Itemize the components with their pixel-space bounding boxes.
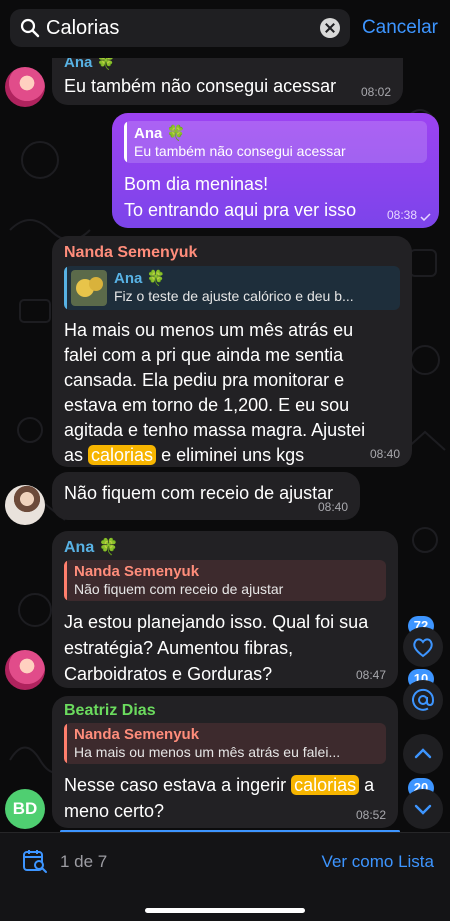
message-text: Eu também não consegui acessar: [64, 76, 337, 96]
result-counter: 1 de 7: [60, 852, 108, 871]
chevron-up-icon: [414, 748, 432, 759]
message-text-line: cansada. Ela pediu pra monitorar e: [64, 370, 345, 390]
message-time: 08:52: [355, 808, 386, 822]
reply-preview[interactable]: Nanda Semenyuk Não fiquem com receio de …: [64, 560, 386, 601]
message-text-line: as calorias e eliminei uns kgs: [64, 443, 400, 468]
sender-name: Beatriz Dias: [64, 702, 156, 719]
message-text-line: Nesse caso estava a ingerir calorias a: [64, 772, 386, 798]
home-indicator[interactable]: [145, 908, 305, 913]
message-bubble[interactable]: Ana 🍀 Nanda Semenyuk Não fiquem com rece…: [52, 531, 398, 688]
reply-sender: Ana 🍀: [114, 270, 166, 287]
message-text-line: meno certo?: [64, 801, 165, 821]
search-header: Calorias Cancelar: [0, 0, 450, 58]
read-check-icon: [420, 213, 431, 221]
avatar-ana[interactable]: [5, 67, 45, 107]
message-time: 08:02: [360, 85, 391, 99]
message-bubble[interactable]: Nanda Semenyuk Ana 🍀 Fiz o teste de ajus…: [52, 236, 412, 467]
view-as-list-button[interactable]: Ver como Lista: [322, 852, 434, 872]
avatar-beatriz[interactable]: BD: [5, 789, 45, 829]
message-text-line: Ha mais ou menos um mês atrás eu: [64, 320, 354, 340]
search-input[interactable]: Calorias: [46, 17, 119, 40]
outgoing-message-bubble[interactable]: Ana 🍀 Eu também não consegui acessar Bom…: [112, 113, 439, 228]
chat-screen: Calorias Cancelar Ana 🍀 Eu também não co…: [0, 0, 450, 921]
chevron-down-icon: [414, 804, 432, 815]
message-text-line: Ja estou planejando isso. Qual foi sua: [64, 612, 369, 632]
message-time: 08:47: [355, 668, 386, 682]
message-text-line: To entrando aqui pra ver isso: [124, 200, 357, 220]
message-text-line: Bom dia meninas!: [124, 174, 269, 194]
search-highlight: calorias: [88, 445, 157, 465]
message-time: 08:40: [317, 500, 348, 514]
message-time: 08:38: [386, 208, 417, 222]
at-sign-icon: [412, 688, 435, 711]
reply-text: Ha mais ou menos um mês atrás eu falei..…: [74, 744, 341, 760]
avatar-nanda[interactable]: [5, 485, 45, 525]
avatar-ana[interactable]: [5, 650, 45, 690]
message-text-line: Carboidratos e Gorduras?: [64, 664, 273, 684]
reply-sender: Ana 🍀: [134, 125, 186, 142]
reply-sender: Nanda Semenyuk: [74, 726, 200, 743]
reply-text: Fiz o teste de ajuste calórico e deu b..…: [114, 288, 354, 304]
calendar-search-icon[interactable]: [22, 848, 48, 874]
reply-preview[interactable]: Ana 🍀 Eu também não consegui acessar: [124, 121, 427, 163]
message-time: 08:40: [369, 447, 400, 461]
reply-thumbnail-icon: [71, 270, 107, 306]
message-bubble[interactable]: Não fiquem com receio de ajustar 08:40: [52, 472, 360, 520]
search-field[interactable]: Calorias: [10, 9, 350, 47]
message-text-line: falei com a pri que ainda me sentia: [64, 345, 344, 365]
reply-text: Não fiquem com receio de ajustar: [74, 581, 284, 597]
search-icon: [20, 18, 40, 38]
message-text: Não fiquem com receio de ajustar: [64, 483, 334, 503]
reactions-button[interactable]: [403, 627, 443, 667]
reply-sender: Nanda Semenyuk: [74, 563, 200, 580]
mentions-button[interactable]: [403, 680, 443, 720]
reply-preview[interactable]: Nanda Semenyuk Ha mais ou menos um mês a…: [64, 723, 386, 764]
search-highlight: calorias: [291, 775, 360, 795]
next-result-button[interactable]: [403, 789, 443, 829]
cancel-button[interactable]: Cancelar: [362, 17, 438, 39]
previous-result-button[interactable]: [403, 734, 443, 774]
text-segment: e eliminei uns kgs: [161, 445, 305, 465]
sender-name: Ana 🍀: [64, 539, 119, 556]
reply-preview[interactable]: Ana 🍀 Fiz o teste de ajuste calórico e d…: [64, 266, 400, 310]
message-text-line: estava em torno de 1,200. E eu sou: [64, 395, 350, 415]
clear-search-icon[interactable]: [320, 18, 340, 38]
message-bubble[interactable]: Beatriz Dias Nanda Semenyuk Ha mais ou m…: [52, 696, 398, 828]
sender-name: Nanda Semenyuk: [64, 244, 198, 261]
text-segment: Nesse caso estava a ingerir: [64, 775, 287, 795]
reply-text: Eu também não consegui acessar: [134, 143, 346, 159]
message-text-line: agitada e tenho massa magra. Ajustei: [64, 420, 366, 440]
text-segment: as: [64, 445, 84, 465]
text-segment: a: [364, 775, 375, 795]
message-text-line: estratégia? Aumentou fibras,: [64, 638, 294, 658]
heart-icon: [413, 638, 433, 658]
